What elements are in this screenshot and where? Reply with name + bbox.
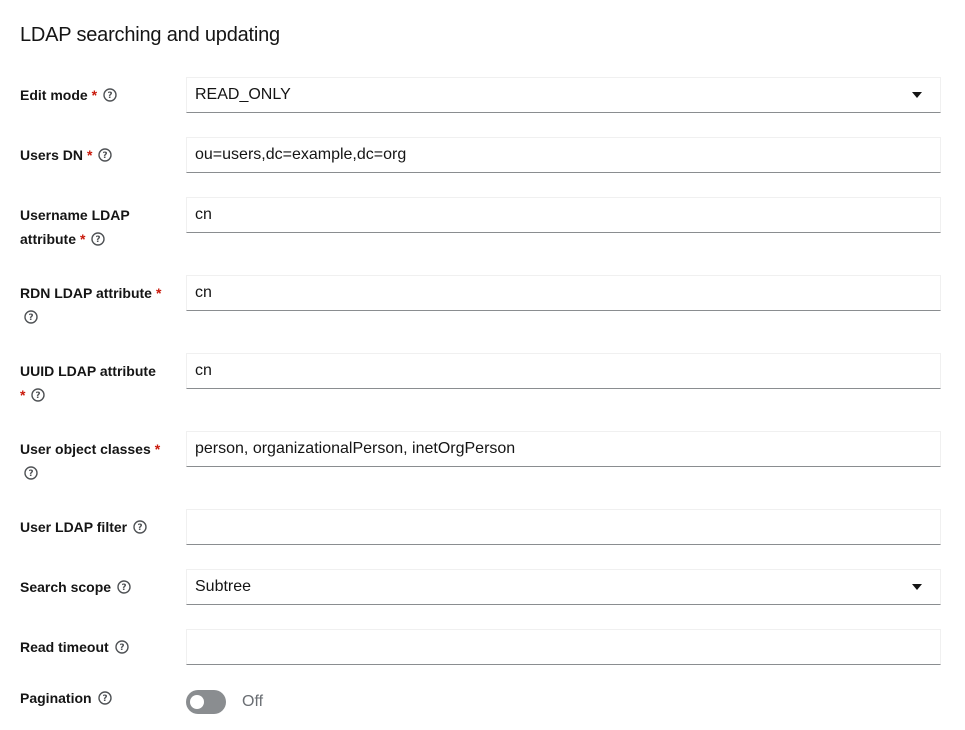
users-dn-input[interactable]: ou=users,dc=example,dc=org bbox=[186, 137, 941, 173]
required-asterisk: * bbox=[154, 441, 161, 457]
pagination-label: Pagination bbox=[20, 690, 92, 706]
username-ldap-attribute-label-group: Username LDAP attribute *? bbox=[20, 203, 170, 251]
svg-text:?: ? bbox=[102, 694, 107, 704]
required-asterisk: * bbox=[91, 87, 98, 103]
svg-text:?: ? bbox=[108, 91, 113, 101]
search-scope-label: Search scope bbox=[20, 579, 112, 595]
edit-mode-label: Edit mode bbox=[20, 87, 88, 103]
pagination-state-label: Off bbox=[242, 693, 264, 710]
rdn-ldap-attribute-input[interactable]: cn bbox=[186, 275, 941, 311]
uuid-ldap-attribute-value: cn bbox=[195, 362, 212, 379]
section-title: LDAP searching and updating bbox=[20, 24, 280, 46]
edit-mode-label-group: Edit mode *? bbox=[20, 83, 170, 107]
help-icon[interactable]: ? bbox=[24, 466, 38, 480]
help-icon[interactable]: ? bbox=[98, 148, 113, 162]
required-asterisk: * bbox=[80, 231, 86, 247]
users-dn-label: Users DN bbox=[20, 147, 84, 163]
svg-text:?: ? bbox=[119, 643, 124, 653]
pagination-label-group: Pagination? bbox=[20, 686, 170, 710]
username-ldap-attribute-label-line1: Username LDAP bbox=[20, 207, 130, 223]
rdn-ldap-attribute-label: RDN LDAP attribute bbox=[20, 285, 152, 301]
svg-text:?: ? bbox=[137, 523, 142, 533]
pagination-toggle[interactable] bbox=[186, 690, 226, 714]
edit-mode-value: READ_ONLY bbox=[195, 86, 291, 103]
search-scope-label-group: Search scope? bbox=[20, 575, 170, 599]
required-asterisk: * bbox=[87, 147, 93, 163]
read-timeout-label-group: Read timeout? bbox=[20, 635, 170, 659]
user-ldap-filter-input[interactable] bbox=[186, 509, 941, 545]
svg-text:?: ? bbox=[96, 235, 101, 245]
required-asterisk: * bbox=[20, 387, 26, 403]
required-asterisk: * bbox=[155, 285, 162, 301]
help-icon[interactable]: ? bbox=[97, 691, 112, 705]
help-icon[interactable]: ? bbox=[114, 640, 129, 654]
users-dn-label-group: Users DN *? bbox=[20, 143, 170, 167]
rdn-ldap-attribute-value: cn bbox=[195, 284, 212, 301]
user-object-classes-value: person, organizationalPerson, inetOrgPer… bbox=[195, 440, 516, 457]
edit-mode-select[interactable]: READ_ONLY bbox=[186, 77, 941, 113]
user-object-classes-label-group: User object classes * ? bbox=[20, 437, 170, 485]
uuid-ldap-attribute-input[interactable]: cn bbox=[186, 353, 941, 389]
read-timeout-label: Read timeout bbox=[20, 639, 109, 655]
user-object-classes-label: User object classes bbox=[20, 441, 151, 457]
help-icon[interactable]: ? bbox=[31, 388, 46, 402]
username-ldap-attribute-value: cn bbox=[195, 206, 212, 223]
uuid-ldap-attribute-label: UUID LDAP attribute bbox=[20, 363, 156, 379]
username-ldap-attribute-label-line2: attribute bbox=[20, 231, 76, 247]
user-ldap-filter-label: User LDAP filter bbox=[20, 519, 128, 535]
username-ldap-attribute-input[interactable]: cn bbox=[186, 197, 941, 233]
help-icon[interactable]: ? bbox=[24, 310, 38, 324]
help-icon[interactable]: ? bbox=[91, 232, 106, 246]
toggle-knob bbox=[190, 695, 204, 709]
svg-text:?: ? bbox=[36, 391, 41, 401]
caret-down-icon bbox=[912, 584, 922, 590]
svg-text:?: ? bbox=[28, 313, 33, 323]
user-ldap-filter-label-group: User LDAP filter? bbox=[20, 515, 170, 539]
svg-text:?: ? bbox=[103, 151, 108, 161]
caret-down-icon bbox=[912, 92, 922, 98]
help-icon[interactable]: ? bbox=[103, 88, 117, 102]
search-scope-select[interactable]: Subtree bbox=[186, 569, 941, 605]
help-icon[interactable]: ? bbox=[117, 580, 131, 594]
svg-text:?: ? bbox=[121, 583, 126, 593]
search-scope-value: Subtree bbox=[195, 578, 252, 595]
uuid-ldap-attribute-label-group: UUID LDAP attribute *? bbox=[20, 359, 170, 407]
read-timeout-input[interactable] bbox=[186, 629, 941, 665]
svg-text:?: ? bbox=[28, 469, 33, 479]
user-object-classes-input[interactable]: person, organizationalPerson, inetOrgPer… bbox=[186, 431, 941, 467]
rdn-ldap-attribute-label-group: RDN LDAP attribute * ? bbox=[20, 281, 170, 329]
help-icon[interactable]: ? bbox=[133, 520, 147, 534]
users-dn-value: ou=users,dc=example,dc=org bbox=[195, 146, 407, 163]
